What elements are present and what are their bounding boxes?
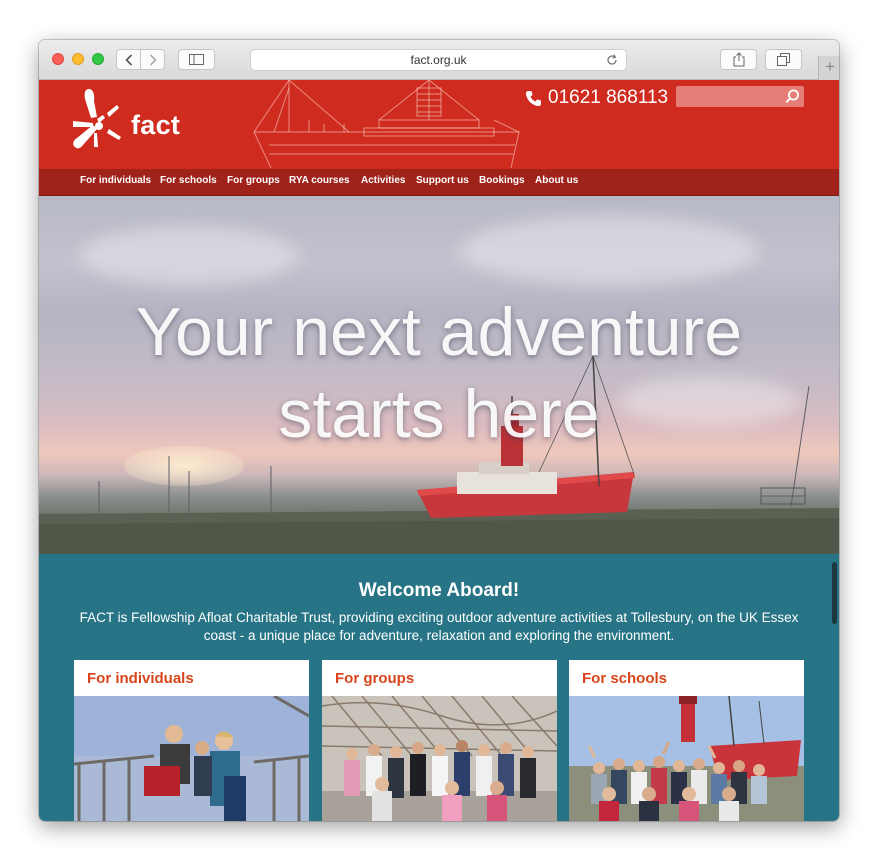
schools-photo (569, 696, 804, 821)
phone-icon (526, 90, 541, 106)
lightship-illustration (253, 80, 520, 169)
tabs-icon (777, 53, 790, 66)
search-input[interactable] (676, 86, 804, 107)
card-photo-individuals[interactable] (74, 696, 309, 821)
welcome-description: FACT is Fellowship Afloat Charitable Tru… (79, 609, 799, 645)
back-button[interactable] (116, 49, 141, 70)
nav-item-support-us[interactable]: Support us (416, 175, 469, 186)
phone-number[interactable]: 01621 868113 (525, 87, 668, 109)
browser-toolbar: fact.org.uk + (39, 40, 839, 80)
minimize-window-button[interactable] (72, 53, 84, 65)
groups-photo (322, 696, 557, 821)
nav-item-activities[interactable]: Activities (361, 175, 405, 186)
sidebar-toggle-button[interactable] (178, 49, 215, 70)
zoom-window-button[interactable] (92, 53, 104, 65)
logo-text[interactable]: fact (131, 110, 180, 141)
nav-item-for-individuals[interactable]: For individuals (80, 175, 151, 186)
url-text: fact.org.uk (410, 53, 467, 67)
share-button[interactable] (720, 49, 757, 70)
reload-icon[interactable] (606, 54, 618, 66)
hero-headline-line1: Your next adventure (135, 294, 743, 370)
card-title[interactable]: For schools (582, 670, 667, 687)
show-tabs-button[interactable] (765, 49, 802, 70)
search-icon[interactable] (785, 89, 800, 104)
nav-item-about-us[interactable]: About us (535, 175, 578, 186)
new-tab-icon: + (825, 57, 835, 76)
sidebar-icon (189, 54, 204, 65)
welcome-section: Welcome Aboard! FACT is Fellowship Afloa… (39, 554, 839, 821)
nav-item-bookings[interactable]: Bookings (479, 175, 525, 186)
hero-headline: Your next adventure starts here (39, 291, 839, 455)
fact-logo[interactable] (71, 87, 131, 167)
welcome-title: Welcome Aboard! (358, 580, 520, 601)
nav-item-for-schools[interactable]: For schools (160, 175, 217, 186)
close-window-button[interactable] (52, 53, 64, 65)
card-for-individuals[interactable]: For individuals (74, 660, 309, 821)
main-navigation: For individuals For schools For groups R… (39, 169, 839, 196)
browser-window: fact.org.uk + fact 01621 868113 For indi… (39, 40, 839, 821)
card-for-schools[interactable]: For schools (569, 660, 804, 821)
card-photo-groups[interactable] (322, 696, 557, 821)
back-icon (124, 53, 132, 66)
nav-item-for-groups[interactable]: For groups (227, 175, 280, 186)
welcome-description-line2: coast - a unique place for adventure, re… (203, 628, 675, 643)
phone-text: 01621 868113 (548, 87, 669, 108)
forward-button[interactable] (140, 49, 165, 70)
forward-icon (149, 53, 157, 66)
site-header: fact 01621 868113 (39, 80, 839, 169)
card-title[interactable]: For groups (335, 670, 414, 687)
welcome-description-line1: FACT is Fellowship Afloat Charitable Tru… (79, 610, 799, 625)
card-title[interactable]: For individuals (87, 670, 194, 687)
hero-banner[interactable]: Your next adventure starts here (39, 196, 839, 554)
hero-headline-line2: starts here (278, 376, 600, 452)
nav-item-rya-courses[interactable]: RYA courses (289, 175, 350, 186)
new-tab-button[interactable]: + (818, 56, 839, 80)
share-icon (733, 52, 744, 67)
card-photo-schools[interactable] (569, 696, 804, 821)
card-for-groups[interactable]: For groups (322, 660, 557, 821)
individuals-photo (74, 696, 309, 821)
address-bar[interactable]: fact.org.uk (250, 49, 627, 71)
